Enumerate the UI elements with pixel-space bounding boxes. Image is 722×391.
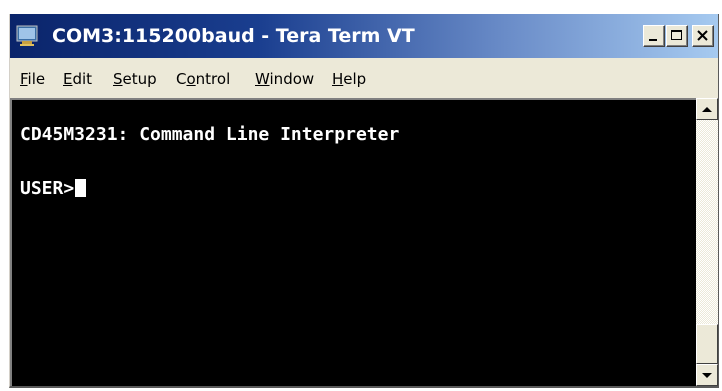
menu-edit[interactable]: Edit xyxy=(61,68,94,90)
close-button[interactable] xyxy=(692,25,714,47)
menu-window[interactable]: Window xyxy=(253,68,316,90)
menu-help[interactable]: Help xyxy=(330,68,368,90)
menu-setup[interactable]: Setup xyxy=(111,68,159,90)
terminal-prompt-line: USER> xyxy=(20,178,87,200)
menu-bar: File Edit Setup Control Window Help xyxy=(10,58,718,98)
close-icon xyxy=(697,30,708,41)
terminal-prompt: USER> xyxy=(20,178,75,199)
terminal-banner-line: CD45M3231: Command Line Interpreter xyxy=(20,124,400,145)
arrow-down-icon xyxy=(702,373,712,378)
arrow-up-icon xyxy=(702,107,712,112)
title-bar[interactable]: COM3:115200baud - Tera Term VT xyxy=(10,14,718,58)
minimize-icon xyxy=(649,39,657,41)
tera-term-window: COM3:115200baud - Tera Term VT File Edit… xyxy=(9,14,719,388)
maximize-button[interactable] xyxy=(666,25,688,47)
terminal-screen[interactable]: CD45M3231: Command Line Interpreter USER… xyxy=(10,98,696,386)
scroll-up-button[interactable] xyxy=(696,98,718,120)
scrollbar-thumb[interactable] xyxy=(696,324,718,364)
window-title: COM3:115200baud - Tera Term VT xyxy=(52,25,415,47)
vertical-scrollbar[interactable] xyxy=(696,98,718,386)
text-cursor xyxy=(75,179,87,197)
menu-control[interactable]: Control xyxy=(174,68,232,90)
tera-term-app-icon[interactable] xyxy=(16,23,40,47)
menu-file[interactable]: File xyxy=(18,68,47,90)
maximize-icon xyxy=(671,30,682,40)
minimize-button[interactable] xyxy=(643,25,665,47)
scroll-down-button[interactable] xyxy=(696,364,718,386)
